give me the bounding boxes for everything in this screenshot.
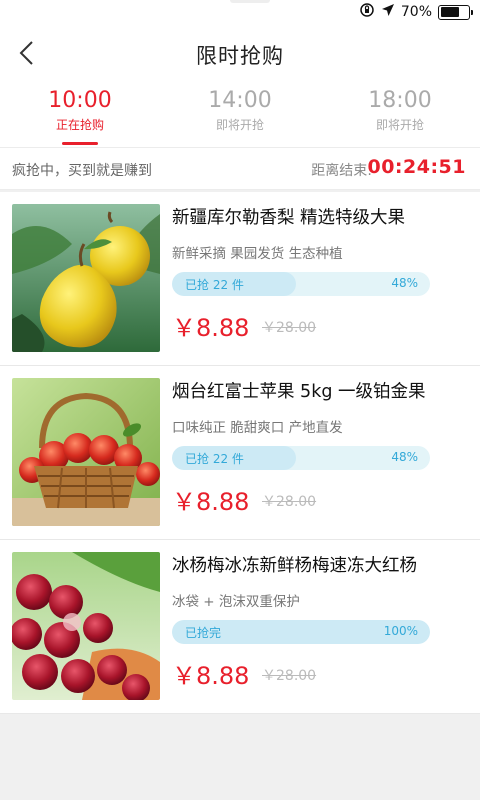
sold-count: 已抢 22 件	[185, 278, 244, 292]
sold-progress-bar: 已抢完 100%	[172, 620, 430, 644]
status-icons: 70%	[359, 2, 473, 22]
product-tags: 冰袋 + 泡沫双重保护	[172, 594, 300, 610]
product-card[interactable]: 冰杨梅冰冻新鲜杨梅速冻大红杨 冰袋 + 泡沫双重保护 已抢完 100% ￥8.8…	[0, 540, 480, 714]
battery-percent: 70%	[400, 4, 432, 20]
tab-status: 即将开抢	[375, 118, 424, 132]
location-arrow-icon	[381, 3, 395, 21]
sold-count: 已抢 22 件	[185, 452, 244, 466]
product-image	[12, 552, 160, 700]
original-price: ￥28.00	[262, 320, 317, 336]
product-card[interactable]: 烟台红富士苹果 5kg 一级铂金果 口味纯正 脆甜爽口 产地直发 已抢 22 件…	[0, 366, 480, 540]
sold-progress-bar: 已抢 22 件 48%	[172, 446, 430, 470]
product-image	[12, 378, 160, 526]
battery-icon	[438, 4, 473, 20]
sale-price: ￥8.88	[172, 662, 250, 690]
original-price: ￥28.00	[262, 494, 317, 510]
apple-basket-image	[12, 378, 160, 526]
original-price: ￥28.00	[262, 668, 317, 684]
sold-percent: 48%	[391, 450, 418, 464]
product-list: 新疆库尔勒香梨 精选特级大果 新鲜采摘 果园发货 生态种植 已抢 22 件 48…	[0, 192, 480, 714]
product-title: 新疆库尔勒香梨 精选特级大果	[172, 208, 406, 228]
tab-18-00[interactable]: 18:00 即将开抢	[320, 84, 480, 147]
rotation-lock-icon	[359, 2, 375, 22]
tab-10-00[interactable]: 10:00 正在抢购	[0, 84, 160, 147]
product-title: 冰杨梅冰冻新鲜杨梅速冻大红杨	[172, 556, 417, 576]
product-image	[12, 204, 160, 352]
product-tags: 新鲜采摘 果园发货 生态种植	[172, 246, 343, 262]
bayberry-image	[12, 552, 160, 700]
product-tags: 口味纯正 脆甜爽口 产地直发	[172, 420, 343, 436]
status-notch	[230, 0, 270, 3]
countdown-label: 距离结束:	[311, 163, 372, 179]
slogan-text: 疯抢中，买到就是赚到	[12, 163, 152, 179]
sold-count: 已抢完	[185, 626, 222, 640]
sale-price: ￥8.88	[172, 488, 250, 516]
time-slot-tabs: 10:00 正在抢购 14:00 即将开抢 18:00 即将开抢	[0, 84, 480, 148]
product-title: 烟台红富士苹果 5kg 一级铂金果	[172, 382, 426, 402]
sold-percent: 100%	[383, 624, 418, 638]
tab-time: 14:00	[208, 88, 272, 113]
sale-price: ￥8.88	[172, 314, 250, 342]
tab-status: 即将开抢	[215, 118, 264, 132]
page-title: 限时抢购	[196, 44, 284, 68]
status-bar: 70%	[0, 0, 480, 24]
product-card[interactable]: 新疆库尔勒香梨 精选特级大果 新鲜采摘 果园发货 生态种植 已抢 22 件 48…	[0, 192, 480, 366]
sold-progress-bar: 已抢 22 件 48%	[172, 272, 430, 296]
sold-percent: 48%	[391, 276, 418, 290]
tab-time: 18:00	[368, 88, 432, 113]
tab-14-00[interactable]: 14:00 即将开抢	[160, 84, 320, 147]
pear-image	[12, 204, 160, 352]
countdown-bar: 疯抢中，买到就是赚到 距离结束: 00:24:51	[0, 148, 480, 190]
nav-bar: 限时抢购	[0, 24, 480, 84]
tab-time: 10:00	[48, 88, 112, 113]
tab-status: 正在抢购	[55, 118, 104, 132]
countdown-timer: 00:24:51	[367, 156, 466, 178]
